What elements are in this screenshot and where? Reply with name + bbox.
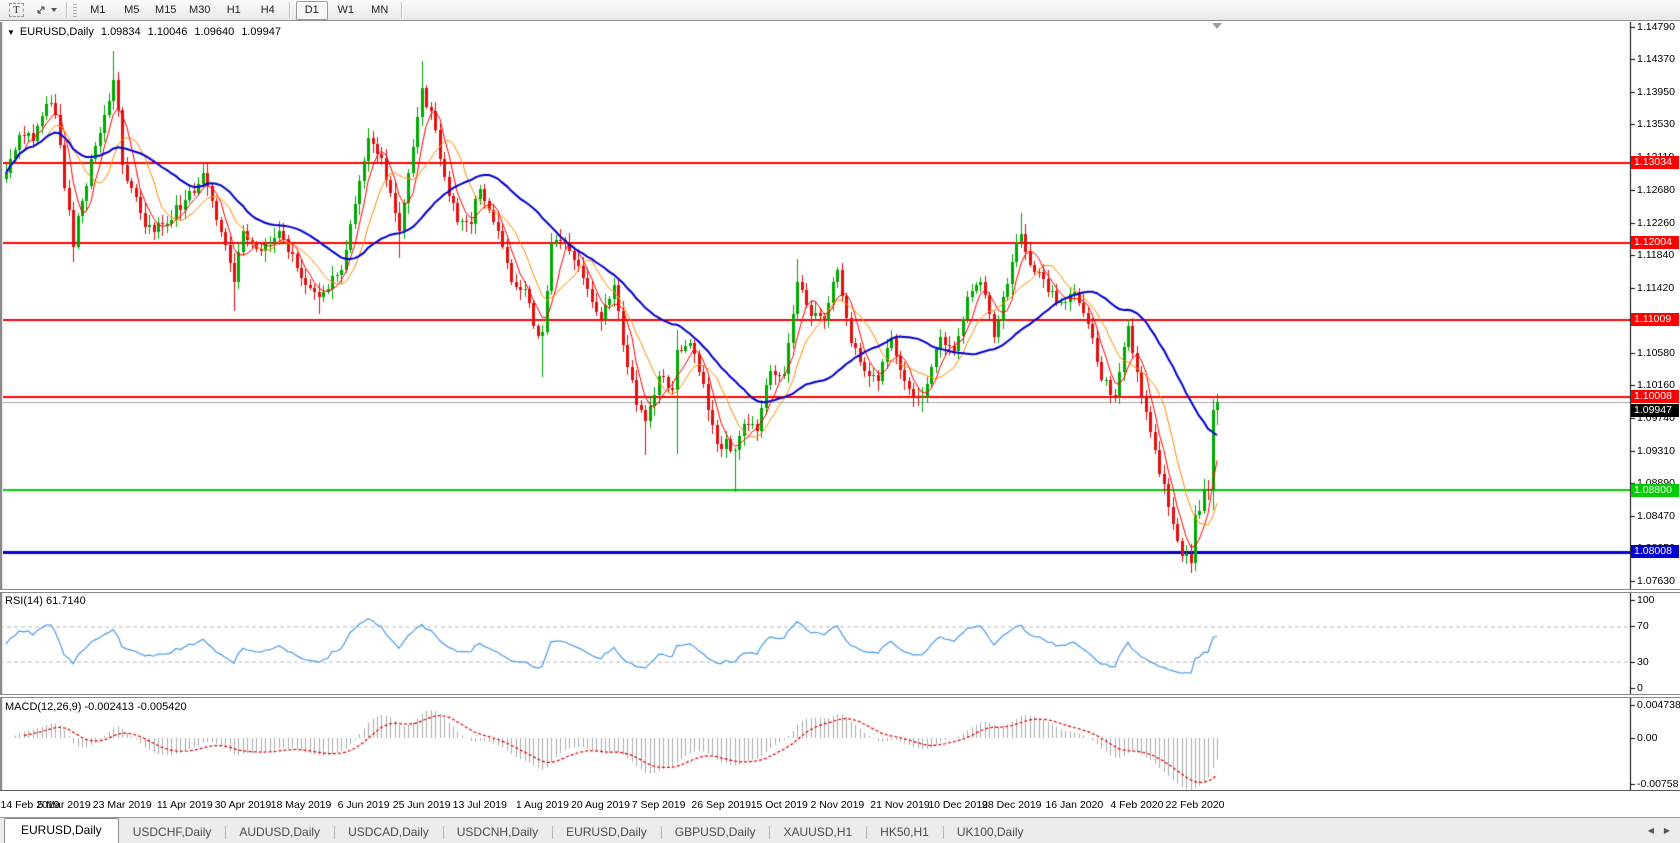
date-label: 28 Dec 2019 bbox=[982, 799, 1042, 811]
date-label: 15 Oct 2019 bbox=[751, 799, 808, 811]
date-label: 1 Aug 2019 bbox=[516, 799, 569, 811]
text-tool-icon: T bbox=[9, 3, 24, 17]
timeframe-button-m5[interactable]: M5 bbox=[116, 1, 148, 20]
date-label: 5 Mar 2019 bbox=[38, 799, 91, 811]
date-label: 18 May 2019 bbox=[271, 799, 332, 811]
timeframe-button-h1[interactable]: H1 bbox=[218, 1, 250, 20]
date-label: 26 Sep 2019 bbox=[691, 799, 751, 811]
timeframe-button-mn[interactable]: MN bbox=[364, 1, 396, 20]
tab-scroll-left-icon[interactable]: ◀ bbox=[1648, 826, 1654, 835]
timeframe-button-h4[interactable]: H4 bbox=[252, 1, 284, 20]
date-label: 30 Apr 2019 bbox=[215, 799, 272, 811]
diagonal-arrows-icon bbox=[34, 3, 48, 17]
date-label: 23 Mar 2019 bbox=[93, 799, 152, 811]
tab-item-uk100-daily[interactable]: UK100,Daily bbox=[943, 822, 1038, 843]
date-label: 20 Aug 2019 bbox=[571, 799, 630, 811]
tab-scroll-right-icon[interactable]: ▶ bbox=[1664, 826, 1670, 835]
date-label: 22 Feb 2020 bbox=[1166, 799, 1225, 811]
caret-down-icon bbox=[51, 8, 57, 12]
tab-item-usdchf-daily[interactable]: USDCHF,Daily bbox=[119, 822, 226, 843]
toolbar-separator bbox=[289, 2, 291, 18]
timeframe-button-w1[interactable]: W1 bbox=[330, 1, 362, 20]
tab-item-eurusd-daily[interactable]: EURUSD,Daily bbox=[4, 818, 119, 843]
tab-item-gbpusd-daily[interactable]: GBPUSD,Daily bbox=[661, 822, 770, 843]
time-axis: 14 Feb 20195 Mar 201923 Mar 201911 Apr 2… bbox=[0, 790, 1680, 817]
tab-item-audusd-daily[interactable]: AUDUSD,Daily bbox=[225, 822, 334, 843]
cursor-tool-button[interactable] bbox=[29, 0, 62, 20]
text-tool-button[interactable]: T bbox=[4, 0, 29, 20]
date-label: 6 Jun 2019 bbox=[338, 799, 390, 811]
tab-item-xauusd-h1[interactable]: XAUUSD,H1 bbox=[769, 822, 866, 843]
date-label: 7 Sep 2019 bbox=[632, 799, 686, 811]
toolbar-separator bbox=[401, 2, 403, 18]
tab-item-usdcnh-daily[interactable]: USDCNH,Daily bbox=[443, 822, 552, 843]
date-label: 16 Jan 2020 bbox=[1045, 799, 1103, 811]
tab-item-usdcad-daily[interactable]: USDCAD,Daily bbox=[334, 822, 443, 843]
timeframe-button-m1[interactable]: M1 bbox=[82, 1, 114, 20]
toolbar-grip[interactable] bbox=[73, 3, 77, 17]
date-label: 10 Dec 2019 bbox=[928, 799, 988, 811]
chart-tab-bar: EURUSD,DailyUSDCHF,DailyAUDUSD,DailyUSDC… bbox=[0, 817, 1680, 843]
tab-scroll-controls: ◀ ▶ bbox=[1648, 818, 1680, 843]
tab-item-eurusd-daily[interactable]: EURUSD,Daily bbox=[552, 822, 661, 843]
date-label: 4 Feb 2020 bbox=[1110, 799, 1163, 811]
date-label: 25 Jun 2019 bbox=[393, 799, 451, 811]
timeframe-button-m30[interactable]: M30 bbox=[184, 1, 216, 20]
date-label: 11 Apr 2019 bbox=[157, 799, 213, 811]
timeframe-button-group: M1M5M15M30H1H4 D1W1MN bbox=[81, 1, 407, 20]
date-label: 13 Jul 2019 bbox=[453, 799, 507, 811]
top-toolbar: T M1M5M15M30H1H4 D1W1MN bbox=[0, 0, 1680, 20]
window-left-border bbox=[0, 22, 3, 791]
timeframe-button-d1[interactable]: D1 bbox=[296, 1, 328, 20]
chart-canvas[interactable] bbox=[0, 22, 1680, 790]
date-label: 2 Nov 2019 bbox=[811, 799, 865, 811]
timeframe-button-m15[interactable]: M15 bbox=[150, 1, 182, 20]
toolbar-separator bbox=[66, 2, 68, 18]
tab-item-hk50-h1[interactable]: HK50,H1 bbox=[866, 822, 943, 843]
date-label: 21 Nov 2019 bbox=[870, 799, 930, 811]
